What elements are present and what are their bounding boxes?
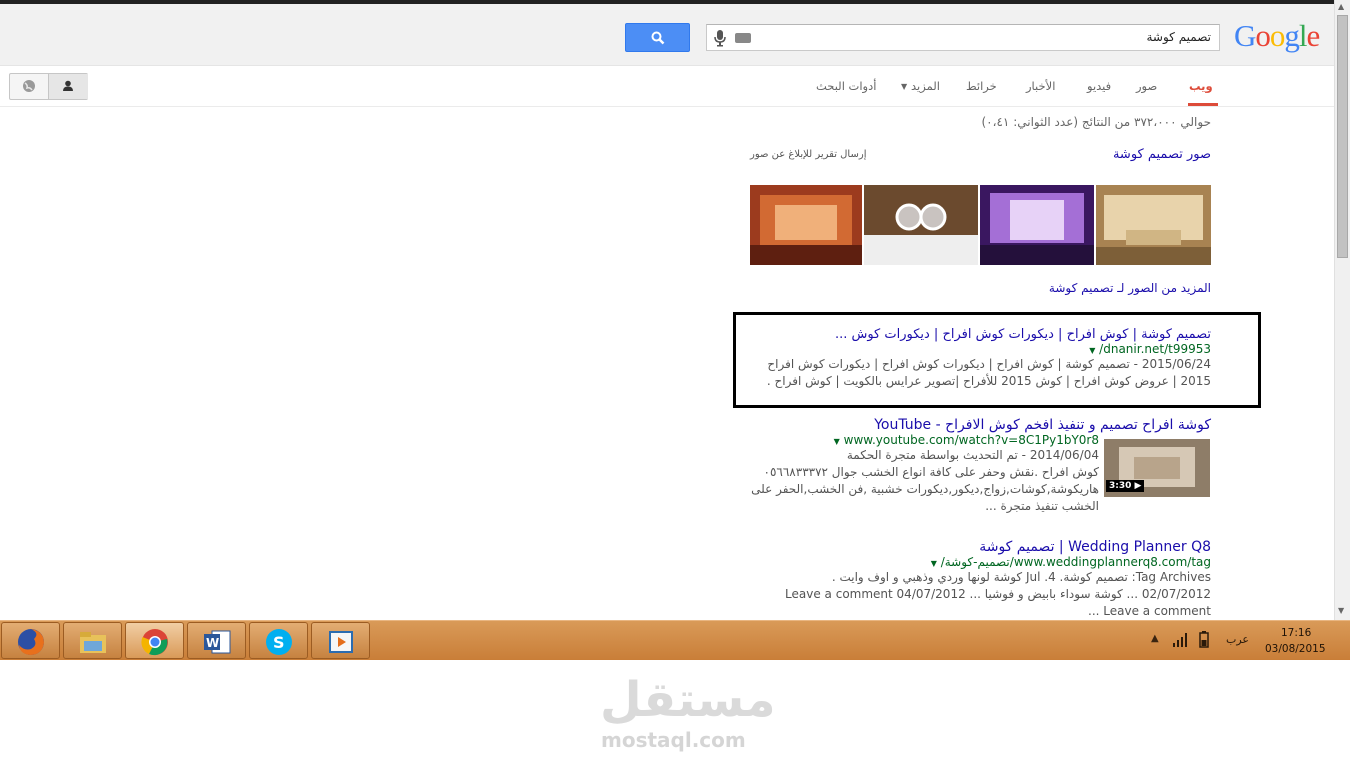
scroll-down-arrow-icon[interactable]: ▼ xyxy=(1338,606,1344,615)
taskbar-firefox[interactable] xyxy=(1,622,60,659)
image-thumbnail[interactable] xyxy=(750,185,862,265)
vertical-scrollbar[interactable]: ▲ ▼ xyxy=(1334,0,1350,620)
screen: Google تصميم كوشة ويب صور فيديو الأخبار … xyxy=(0,0,1366,768)
firefox-icon xyxy=(18,629,44,655)
tab-images[interactable]: صور xyxy=(1136,79,1157,93)
file-explorer-icon xyxy=(80,632,106,653)
result-url: www.youtube.com/watch?v=8C1Py1bY0r8 ▼ xyxy=(833,433,1099,447)
watermark-logo: مستقل xyxy=(600,672,776,728)
battery-icon[interactable] xyxy=(1197,631,1211,649)
media-player-icon xyxy=(329,631,353,653)
chrome-icon xyxy=(141,629,168,656)
globe-icon xyxy=(23,80,35,92)
images-section-title[interactable]: صور تصميم كوشة xyxy=(1113,147,1211,162)
tab-search-tools[interactable]: أدوات البحث xyxy=(816,79,876,93)
image-thumbnail[interactable] xyxy=(864,185,978,265)
more-images-link[interactable]: المزيد من الصور لـ تصميم كوشة xyxy=(1049,281,1211,295)
clock-date[interactable]: 03/08/2015 xyxy=(1265,643,1326,655)
result-snippet: هاريكوشة,كوشات,زواج,ديكور,ديكورات خشبية … xyxy=(751,482,1099,496)
search-input[interactable]: تصميم كوشة xyxy=(706,24,1220,51)
keyboard-language[interactable]: عرب xyxy=(1226,633,1249,646)
globe-button[interactable] xyxy=(10,74,49,99)
image-thumbnail[interactable] xyxy=(980,185,1094,265)
tab-news[interactable]: الأخبار xyxy=(1026,79,1055,93)
account-button[interactable] xyxy=(49,74,88,99)
search-query-text: تصميم كوشة xyxy=(1146,30,1211,44)
account-buttons xyxy=(9,73,88,100)
highlight-box xyxy=(733,312,1261,408)
search-result: Wedding Planner Q8 | تصميم كوشة www.wedd… xyxy=(771,539,1211,620)
search-icon xyxy=(651,31,665,45)
clock-time[interactable]: 17:16 xyxy=(1281,627,1311,639)
tray-expand-icon[interactable]: ▲ xyxy=(1151,633,1159,644)
image-thumbnail[interactable] xyxy=(1096,185,1211,265)
search-tabs: ويب صور فيديو الأخبار خرائط المزيد ▼ أدو… xyxy=(0,67,1334,107)
taskbar-word[interactable]: W xyxy=(187,622,246,659)
tab-web[interactable]: ويب xyxy=(1189,79,1213,93)
watermark-url: mostaql.com xyxy=(601,728,746,752)
search-button[interactable] xyxy=(625,23,690,52)
result-title[interactable]: كوشة افراح تصميم و تنفيذ افخم كوش الافرا… xyxy=(771,417,1211,433)
video-thumbnail[interactable]: 3:30 ▶ xyxy=(1104,439,1210,497)
result-stats: حوالي ٣٧٢،٠٠٠ من النتائج (عدد الثواني: ٠… xyxy=(981,115,1211,129)
images-report-link[interactable]: إرسال تقرير للإبلاغ عن صور xyxy=(750,149,866,160)
result-title[interactable]: Wedding Planner Q8 | تصميم كوشة xyxy=(771,539,1211,555)
taskbar: W S ▲ عرب 17:16 03/08/2015 xyxy=(0,620,1350,660)
microphone-icon[interactable] xyxy=(713,29,727,47)
result-snippet: Leave a comment ... xyxy=(1088,604,1211,618)
video-duration: 3:30 ▶ xyxy=(1106,480,1145,492)
results-area: حوالي ٣٧٢،٠٠٠ من النتائج (عدد الثواني: ٠… xyxy=(0,107,1334,620)
result-snippet: Tag Archives: تصميم كوشة. Jul .4 كوشة لو… xyxy=(831,570,1211,584)
skype-icon: S xyxy=(266,629,292,655)
scroll-up-arrow-icon[interactable]: ▲ xyxy=(1338,2,1344,11)
tab-maps[interactable]: خرائط xyxy=(966,79,997,93)
chevron-down-icon: ▼ xyxy=(901,82,908,91)
active-tab-indicator xyxy=(1188,103,1218,106)
svg-text:S: S xyxy=(273,633,285,652)
google-logo[interactable]: Google xyxy=(1234,18,1320,54)
tab-videos[interactable]: فيديو xyxy=(1087,79,1111,93)
result-snippet: الخشب تنفيذ متجرة ... xyxy=(985,499,1099,513)
network-signal-icon[interactable] xyxy=(1173,633,1189,647)
scroll-thumb[interactable] xyxy=(1337,15,1348,258)
caret-down-icon[interactable]: ▼ xyxy=(931,559,937,568)
word-icon: W xyxy=(204,630,231,654)
result-snippet: 02/07/2012 ... كوشة سوداء بابيض و فوشيا … xyxy=(785,587,1211,601)
svg-text:W: W xyxy=(206,636,219,650)
result-url: www.weddingplannerq8.com/tag/تصميم-كوشة/… xyxy=(930,555,1211,569)
taskbar-chrome[interactable] xyxy=(125,622,184,659)
taskbar-skype[interactable]: S xyxy=(249,622,308,659)
caret-down-icon[interactable]: ▼ xyxy=(834,437,840,446)
person-icon xyxy=(63,80,73,91)
tab-more[interactable]: المزيد xyxy=(911,79,940,93)
search-header: Google تصميم كوشة xyxy=(0,4,1334,66)
result-snippet: كوش افراح .نقش وحفر على كافة انواع الخشب… xyxy=(763,465,1099,479)
result-snippet: 2014/06/04 - تم التحديث بواسطة متجرة الح… xyxy=(846,448,1099,462)
taskbar-media-player[interactable] xyxy=(311,622,370,659)
keyboard-icon[interactable] xyxy=(735,33,751,43)
taskbar-file-explorer[interactable] xyxy=(63,622,122,659)
